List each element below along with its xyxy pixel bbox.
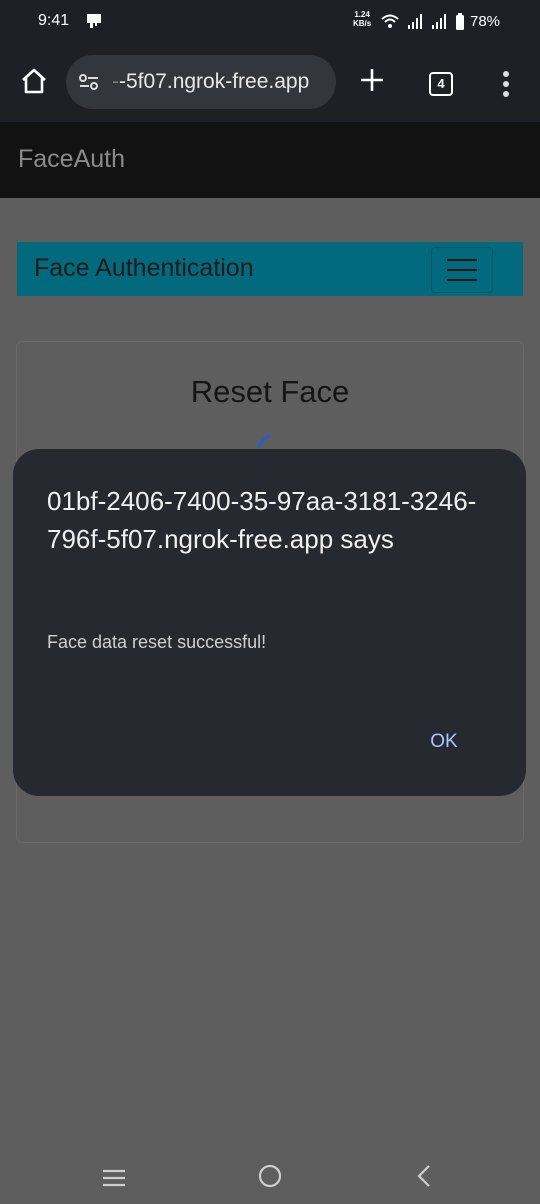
ok-button[interactable]: OK xyxy=(415,724,473,760)
tune-icon[interactable] xyxy=(78,72,100,97)
home-icon[interactable] xyxy=(18,65,50,97)
hamburger-icon[interactable] xyxy=(431,247,493,293)
back-icon[interactable] xyxy=(414,1164,434,1193)
notification-icon xyxy=(86,13,102,34)
browser-toolbar: --5f07.ngrok-free.app 4 xyxy=(0,44,540,122)
url-bar[interactable]: --5f07.ngrok-free.app xyxy=(66,55,336,109)
status-bar: 9:41 1.24 KB/s 78% xyxy=(0,0,540,44)
wifi-signal-icons xyxy=(380,12,468,37)
dialog-origin: 01bf-2406-7400-35-97aa-3181-3246-796f-5f… xyxy=(47,486,477,554)
status-time: 9:41 xyxy=(38,12,70,29)
system-nav-bar xyxy=(0,1140,540,1204)
brand-link[interactable]: FaceAuth xyxy=(18,145,125,174)
nav-title[interactable]: Face Authentication xyxy=(34,254,254,283)
app-header: FaceAuth xyxy=(0,122,540,198)
recents-icon[interactable] xyxy=(102,1168,126,1193)
page-navbar: Face Authentication xyxy=(17,242,523,296)
battery-percent: 78% xyxy=(470,13,501,30)
net-speed: 1.24 KB/s xyxy=(353,10,372,28)
url-text: --5f07.ngrok-free.app xyxy=(112,70,310,93)
home-circle-icon[interactable] xyxy=(258,1164,282,1193)
tab-switcher-icon[interactable]: 4 xyxy=(429,72,453,96)
card-title: Reset Face xyxy=(190,374,350,409)
alert-dialog: 01bf-2406-7400-35-97aa-3181-3246-796f-5f… xyxy=(13,449,526,796)
loading-spinner-icon xyxy=(255,434,279,449)
dialog-message: Face data reset successful! xyxy=(47,632,267,652)
more-vert-icon[interactable] xyxy=(502,70,510,98)
plus-icon[interactable] xyxy=(358,66,386,94)
